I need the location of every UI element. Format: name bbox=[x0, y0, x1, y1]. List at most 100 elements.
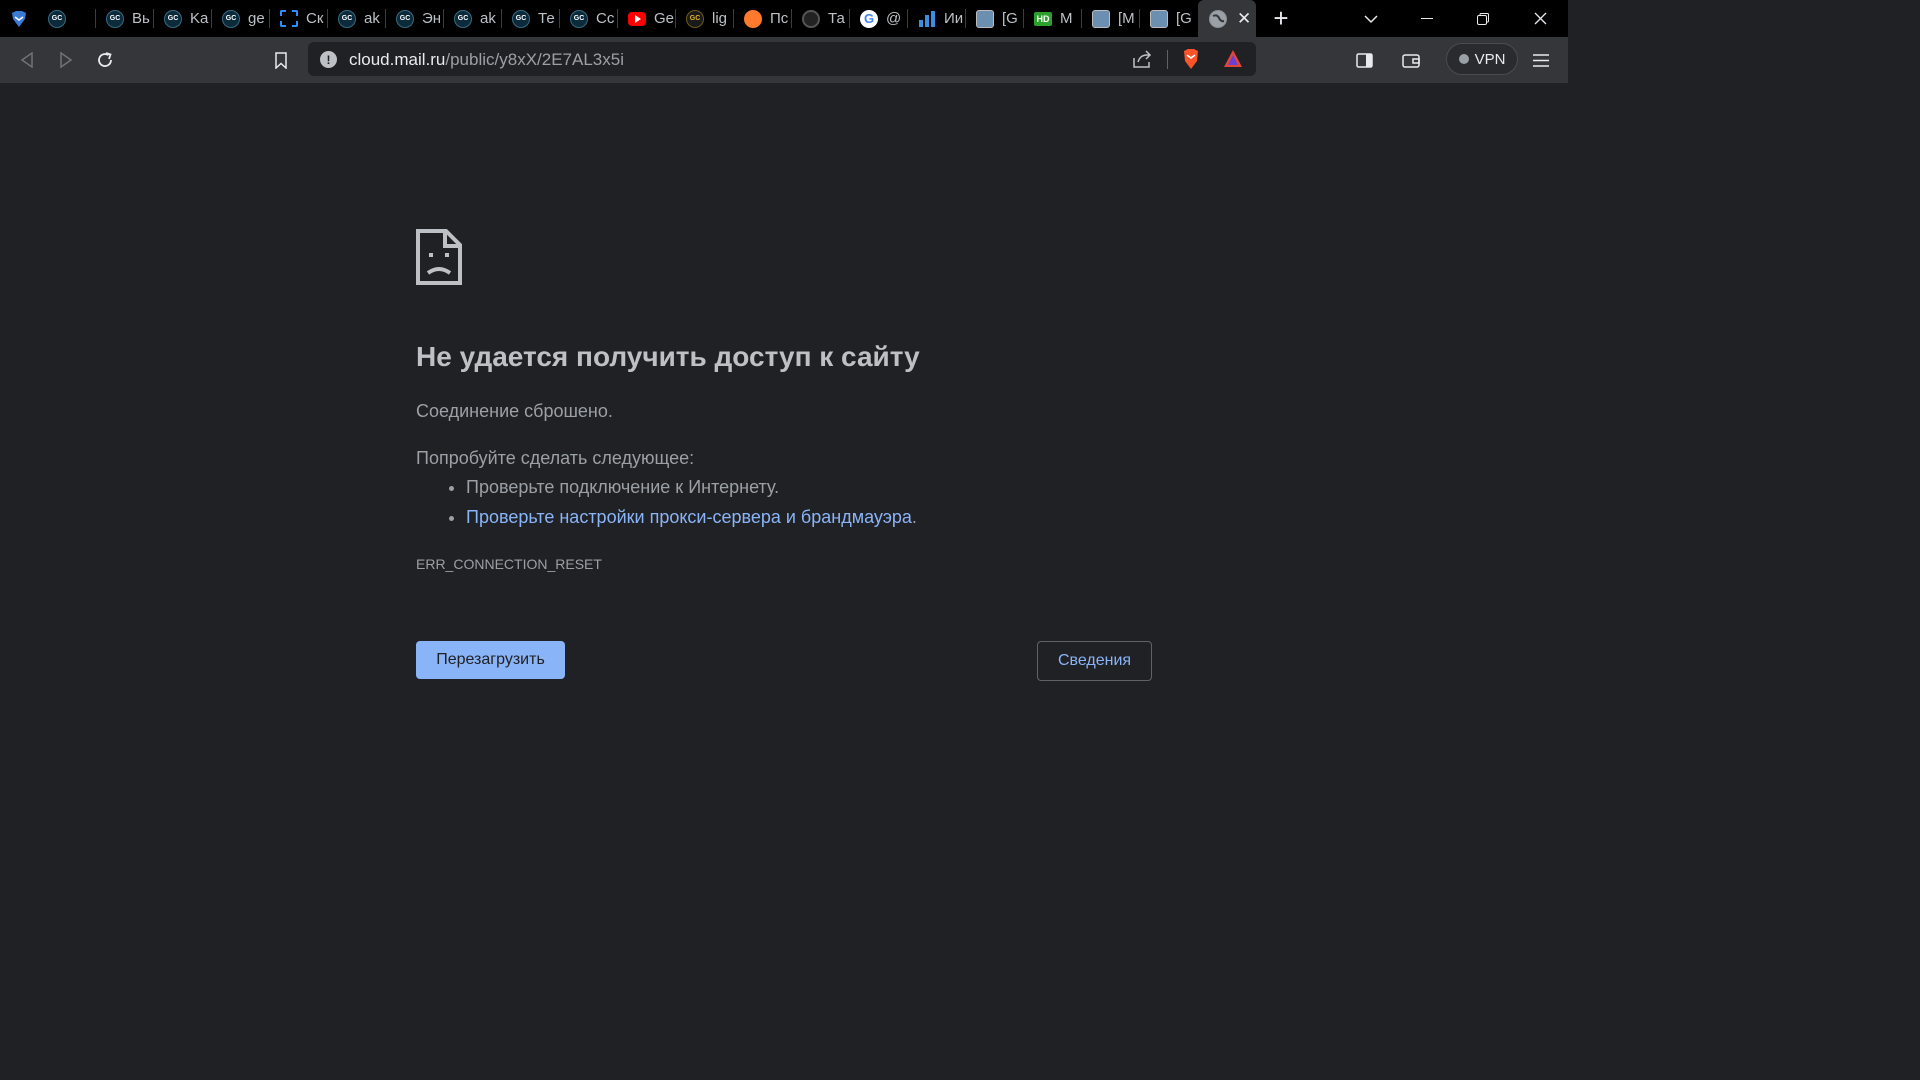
share-button[interactable] bbox=[1133, 50, 1152, 73]
new-tab-button[interactable]: + bbox=[1256, 0, 1306, 37]
brave-shields-button[interactable] bbox=[1181, 48, 1201, 75]
site-info-icon[interactable]: ! bbox=[320, 51, 337, 68]
address-bar[interactable]: ! cloud.mail.ru/public/y8xX/2E7AL3x5i bbox=[308, 42, 1256, 76]
tab[interactable]: G @ bbox=[850, 0, 908, 37]
vpn-label: VPN bbox=[1474, 50, 1506, 68]
hamburger-menu-icon bbox=[1533, 53, 1549, 67]
bookmark-button[interactable] bbox=[268, 47, 294, 73]
tab-title: Сс bbox=[596, 10, 615, 27]
cat-avatar-icon bbox=[1150, 9, 1168, 28]
tab[interactable]: GC Вь bbox=[96, 0, 154, 37]
tab[interactable]: Ии bbox=[908, 0, 966, 37]
tab[interactable]: GC ge bbox=[212, 0, 270, 37]
share-icon bbox=[1133, 50, 1152, 68]
wallet-button[interactable] bbox=[1398, 47, 1424, 73]
sad-document-icon bbox=[416, 229, 462, 285]
fire-icon bbox=[744, 9, 762, 28]
gc-icon: GC bbox=[106, 9, 124, 28]
brave-menu-button[interactable] bbox=[0, 0, 38, 37]
reload-icon bbox=[98, 52, 112, 67]
tab-title: Ск bbox=[306, 10, 324, 27]
tab[interactable]: HD M bbox=[1024, 0, 1082, 37]
gc-icon: GC bbox=[570, 9, 588, 28]
details-button[interactable]: Сведения bbox=[1037, 641, 1152, 681]
tab[interactable]: GC ak bbox=[328, 0, 386, 37]
hd-icon: HD bbox=[1034, 11, 1052, 26]
vpn-status-icon bbox=[1458, 54, 1469, 64]
vpn-button[interactable]: VPN bbox=[1446, 43, 1518, 75]
brave-rewards-button[interactable] bbox=[1223, 49, 1243, 73]
brave-shield-icon bbox=[1184, 49, 1198, 69]
tab[interactable]: Пс bbox=[734, 0, 792, 37]
cat-avatar-icon bbox=[976, 9, 994, 28]
sidebar-toggle-button[interactable] bbox=[1351, 47, 1377, 73]
tab[interactable]: [G bbox=[966, 0, 1024, 37]
error-page: Не удается получить доступ к сайту Соеди… bbox=[0, 83, 1568, 882]
error-code: ERR_CONNECTION_RESET bbox=[416, 556, 602, 572]
close-icon bbox=[1534, 12, 1546, 25]
tab-title: ge bbox=[248, 10, 265, 27]
tab[interactable]: [G bbox=[1140, 0, 1198, 37]
forward-button[interactable] bbox=[53, 47, 79, 73]
brave-lion-icon bbox=[12, 10, 26, 27]
tab[interactable]: GC bbox=[38, 0, 96, 37]
main-menu-button[interactable] bbox=[1528, 47, 1554, 73]
tab[interactable]: GC Ka bbox=[154, 0, 212, 37]
cat-avatar-icon bbox=[1092, 9, 1110, 28]
tab[interactable]: GC lig bbox=[676, 0, 734, 37]
tab-active[interactable]: ✕ bbox=[1198, 0, 1256, 37]
tab[interactable]: GC Те bbox=[502, 0, 560, 37]
suggestions-list: Проверьте подключение к Интернету. Прове… bbox=[416, 475, 917, 535]
tab-title: Та bbox=[828, 10, 845, 27]
tab[interactable]: Та bbox=[792, 0, 850, 37]
tab-title: @ bbox=[886, 10, 902, 27]
proxy-settings-link[interactable]: Проверьте настройки прокси-сервера и бра… bbox=[466, 507, 912, 527]
back-button[interactable] bbox=[14, 47, 40, 73]
tab-title: Ии bbox=[944, 10, 964, 27]
tab-title: [G bbox=[1002, 10, 1018, 27]
forward-arrow-icon bbox=[60, 52, 73, 68]
url-host: cloud.mail.ru bbox=[349, 50, 446, 69]
omnibox-separator bbox=[1167, 50, 1168, 69]
tab-strip: GC GC Вь GC Ka GC ge Ск GC ak GC Эн GC ak GC Те GC Сс Ge GC… bbox=[0, 0, 1568, 37]
gc-gold-icon: GC bbox=[686, 9, 704, 28]
tab[interactable]: Ge bbox=[618, 0, 676, 37]
tab[interactable]: Ск bbox=[270, 0, 328, 37]
chevron-down-icon bbox=[1364, 14, 1378, 23]
youtube-icon bbox=[628, 11, 646, 26]
reload-button[interactable]: Перезагрузить bbox=[416, 641, 565, 679]
suggestion-check-connection: Проверьте подключение к Интернету. bbox=[466, 475, 917, 505]
close-window-button[interactable] bbox=[1512, 0, 1568, 37]
reload-page-button[interactable] bbox=[92, 47, 118, 73]
restore-button[interactable] bbox=[1455, 0, 1511, 37]
tab-title: [G bbox=[1176, 10, 1192, 27]
url-path: /public/y8xX/2E7AL3x5i bbox=[445, 50, 624, 69]
suggestion-period: . bbox=[911, 507, 917, 527]
globe-icon bbox=[1209, 9, 1227, 28]
gc-icon: GC bbox=[164, 9, 182, 28]
close-tab-icon[interactable]: ✕ bbox=[1237, 10, 1251, 27]
tab-title: [M bbox=[1118, 10, 1135, 27]
tabs-container: GC GC Вь GC Ka GC ge Ск GC ak GC Эн GC ak GC Те GC Сс Ge GC… bbox=[38, 0, 1198, 37]
url-text[interactable]: cloud.mail.ru/public/y8xX/2E7AL3x5i bbox=[349, 50, 624, 70]
minimize-button[interactable] bbox=[1399, 0, 1455, 37]
tab-title: Те bbox=[538, 10, 555, 27]
error-title: Не удается получить доступ к сайту bbox=[416, 341, 920, 372]
tab-title: Вь bbox=[132, 10, 150, 27]
tab-title: Пс bbox=[770, 10, 789, 27]
browser-toolbar: ! cloud.mail.ru/public/y8xX/2E7AL3x5i VP… bbox=[0, 37, 1568, 83]
gc-icon: GC bbox=[338, 9, 356, 28]
tab-title: ak bbox=[364, 10, 380, 27]
tab-title: ak bbox=[480, 10, 496, 27]
tab[interactable]: GC ak bbox=[444, 0, 502, 37]
tab-search-button[interactable] bbox=[1343, 0, 1399, 37]
tab[interactable]: GC Сс bbox=[560, 0, 618, 37]
screenshot-select-icon bbox=[280, 10, 298, 27]
tab[interactable]: GC Эн bbox=[386, 0, 444, 37]
google-icon: G bbox=[860, 9, 878, 28]
tab-title: M bbox=[1060, 10, 1073, 27]
tab[interactable]: [M bbox=[1082, 0, 1140, 37]
gc-icon: GC bbox=[48, 9, 66, 28]
tab-title: lig bbox=[712, 10, 728, 27]
dark-circle-icon bbox=[802, 9, 820, 28]
